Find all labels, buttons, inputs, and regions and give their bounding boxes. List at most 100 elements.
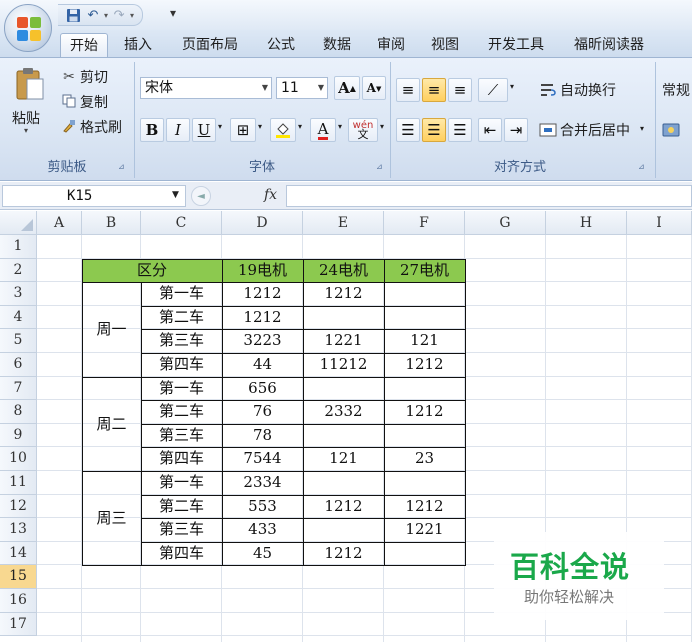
car-cell[interactable]: 第二车 [141, 306, 222, 330]
row-header-13[interactable]: 13 [0, 518, 37, 542]
row-header-5[interactable]: 5 [0, 329, 37, 353]
value-cell[interactable]: 1221 [303, 329, 384, 353]
row-header-2[interactable]: 2 [0, 258, 37, 283]
align-top-button[interactable]: ≡ [396, 78, 420, 102]
car-cell[interactable]: 第一车 [141, 471, 222, 495]
value-cell[interactable]: 121 [303, 447, 384, 471]
row-header-15[interactable]: 15 [0, 565, 37, 589]
accounting-format-icon[interactable] [660, 118, 684, 142]
value-cell[interactable]: 553 [222, 495, 303, 519]
group-label-cell[interactable]: 周二 [82, 377, 141, 471]
value-cell[interactable]: 1212 [384, 400, 465, 424]
tab-home[interactable]: 开始 [60, 33, 108, 57]
grow-font-button[interactable]: A ▲ [334, 76, 360, 100]
column-header-i[interactable]: I [627, 211, 692, 235]
tab-page-layout[interactable]: 页面布局 [172, 33, 248, 57]
value-cell[interactable]: 1212 [222, 306, 303, 330]
column-header-h[interactable]: H [546, 211, 627, 235]
merge-center-dropdown-icon[interactable]: ▾ [640, 124, 644, 133]
car-cell[interactable]: 第四车 [141, 447, 222, 471]
column-header-a[interactable]: A [37, 211, 82, 235]
value-cell[interactable] [384, 424, 465, 448]
tab-view[interactable]: 视图 [422, 33, 468, 57]
cut-button[interactable]: 剪切 [80, 67, 108, 87]
orientation-button[interactable]: ⟋ [478, 78, 508, 102]
value-cell[interactable]: 2334 [222, 471, 303, 495]
tab-data[interactable]: 数据 [314, 33, 360, 57]
value-cell[interactable] [303, 377, 384, 401]
value-cell[interactable] [384, 542, 465, 566]
redo-icon[interactable]: ↷ [110, 6, 128, 24]
font-launcher-icon[interactable]: ⊿ [376, 162, 383, 171]
border-button[interactable]: ⊞ [230, 118, 256, 142]
format-painter-icon[interactable] [60, 117, 78, 135]
paste-icon[interactable] [12, 66, 48, 104]
shrink-font-button[interactable]: A ▼ [362, 76, 386, 100]
value-cell[interactable]: 1212 [303, 495, 384, 519]
tab-review[interactable]: 审阅 [370, 33, 412, 57]
number-format-combo[interactable]: 常规 [662, 80, 690, 100]
value-cell[interactable] [303, 306, 384, 330]
value-cell[interactable] [384, 471, 465, 495]
car-cell[interactable]: 第二车 [141, 495, 222, 519]
align-right-button[interactable]: ☰ [448, 118, 472, 142]
car-cell[interactable]: 第一车 [141, 282, 222, 306]
value-cell[interactable] [303, 471, 384, 495]
row-header-6[interactable]: 6 [0, 353, 37, 377]
value-cell[interactable]: 11212 [303, 353, 384, 377]
fill-color-button[interactable] [270, 118, 296, 142]
paste-dropdown-icon[interactable]: ▾ [24, 126, 28, 135]
row-header-17[interactable]: 17 [0, 612, 37, 637]
car-cell[interactable]: 第四车 [141, 542, 222, 566]
font-size-combo[interactable]: 11 ▼ [276, 77, 328, 99]
row-header-10[interactable]: 10 [0, 447, 37, 471]
row-header-14[interactable]: 14 [0, 541, 37, 566]
table-header-category[interactable]: 区分 [82, 258, 222, 283]
tab-foxit-reader[interactable]: 福昕阅读器 [564, 33, 654, 57]
italic-button[interactable]: I [166, 118, 190, 142]
chevron-down-icon[interactable]: ▼ [262, 78, 268, 98]
border-dropdown-icon[interactable]: ▾ [258, 122, 262, 131]
column-header-c[interactable]: C [141, 211, 222, 235]
car-cell[interactable]: 第三车 [141, 329, 222, 353]
table-header-24[interactable]: 24电机 [303, 258, 384, 283]
value-cell[interactable]: 433 [222, 518, 303, 542]
font-name-combo[interactable]: 宋体 ▼ [140, 77, 272, 99]
tab-formulas[interactable]: 公式 [258, 33, 304, 57]
clipboard-launcher-icon[interactable]: ⊿ [118, 162, 125, 171]
chevron-down-icon[interactable]: ▼ [318, 78, 324, 98]
decrease-indent-button[interactable]: ⇤ [478, 118, 502, 142]
name-box-dropdown-icon[interactable]: ▼ [172, 190, 179, 200]
increase-indent-button[interactable]: ⇥ [504, 118, 528, 142]
undo-dropdown-icon[interactable]: ▾ [104, 11, 108, 20]
bold-button[interactable]: B [140, 118, 164, 142]
row-header-4[interactable]: 4 [0, 305, 37, 330]
value-cell[interactable]: 1212 [303, 282, 384, 306]
column-header-f[interactable]: F [384, 211, 465, 235]
tab-developer[interactable]: 开发工具 [478, 33, 554, 57]
formula-input[interactable] [286, 185, 692, 207]
group-label-cell[interactable]: 周三 [82, 471, 141, 565]
row-header-1[interactable]: 1 [0, 235, 37, 259]
value-cell[interactable]: 78 [222, 424, 303, 448]
font-color-dropdown-icon[interactable]: ▾ [338, 122, 342, 131]
orientation-dropdown-icon[interactable]: ▾ [510, 82, 514, 91]
car-cell[interactable]: 第三车 [141, 424, 222, 448]
customize-qat-icon[interactable]: ▾ [170, 6, 176, 20]
format-painter-button[interactable]: 格式刷 [80, 117, 122, 137]
value-cell[interactable]: 1221 [384, 518, 465, 542]
value-cell[interactable]: 44 [222, 353, 303, 377]
car-cell[interactable]: 第三车 [141, 518, 222, 542]
column-header-d[interactable]: D [222, 211, 303, 235]
underline-dropdown-icon[interactable]: ▾ [218, 122, 222, 131]
wrap-text-button[interactable]: 自动换行 [560, 80, 616, 100]
row-header-16[interactable]: 16 [0, 589, 37, 613]
car-cell[interactable]: 第一车 [141, 377, 222, 401]
value-cell[interactable]: 23 [384, 447, 465, 471]
value-cell[interactable] [384, 306, 465, 330]
table-header-27[interactable]: 27电机 [384, 258, 465, 283]
value-cell[interactable] [303, 518, 384, 542]
alignment-launcher-icon[interactable]: ⊿ [638, 162, 645, 171]
row-header-9[interactable]: 9 [0, 423, 37, 448]
row-header-8[interactable]: 8 [0, 400, 37, 424]
